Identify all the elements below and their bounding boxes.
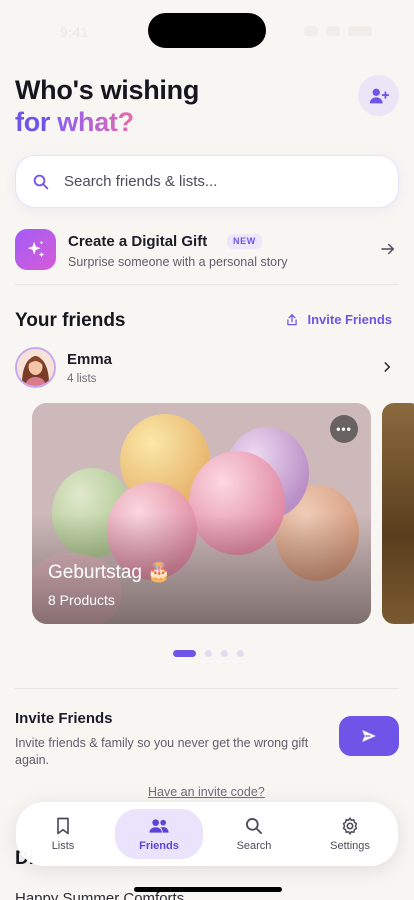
tab-label: Friends [139, 840, 179, 852]
friend-name: Emma [67, 351, 113, 368]
bookmark-icon [57, 817, 69, 835]
tab-bar: Lists Friends Search Settings [16, 802, 398, 866]
more-options-button[interactable]: ••• [330, 415, 358, 443]
battery-icon [348, 26, 372, 36]
invite-friends-link[interactable]: Invite Friends [285, 312, 392, 327]
wishlist-card[interactable]: Geburtstag 🎂 8 Products ••• [32, 403, 371, 624]
dynamic-island [148, 13, 266, 48]
invite-code-link[interactable]: Have an invite code? [148, 785, 265, 799]
status-time: 9:41 [60, 24, 89, 40]
gift-title: Create a Digital Gift [68, 233, 208, 250]
invite-description: Invite friends & family so you never get… [15, 736, 309, 767]
invite-title: Invite Friends [15, 710, 113, 727]
divider [15, 688, 399, 689]
tab-label: Search [236, 840, 272, 852]
send-invite-button[interactable] [339, 716, 399, 756]
search-input[interactable] [64, 173, 364, 190]
page-title: Who's wishing for what? [15, 74, 199, 138]
sparkles-icon [15, 229, 56, 270]
status-bar: 9:41 [0, 0, 414, 56]
add-friend-button[interactable] [358, 75, 399, 116]
invite-friends-label: Invite Friends [307, 312, 392, 327]
people-icon [149, 819, 169, 833]
pagination-dot-active[interactable] [173, 650, 196, 657]
friend-list-count: 4 lists [67, 373, 97, 385]
search-icon [246, 818, 262, 834]
tab-search[interactable]: Search [210, 809, 298, 859]
wifi-icon [326, 26, 340, 36]
new-badge: NEW [227, 234, 262, 249]
card-title: Geburtstag 🎂 [48, 562, 171, 583]
title-line-1: Who's wishing [15, 75, 200, 105]
gear-icon [342, 817, 358, 835]
chevron-right-icon [384, 362, 391, 372]
friends-section-title: Your friends [15, 310, 126, 331]
carousel-pagination [173, 650, 253, 657]
card-product-count: 8 Products [48, 592, 115, 608]
search-icon [33, 174, 49, 189]
send-icon [362, 730, 376, 742]
signal-icon [304, 26, 318, 36]
tab-settings[interactable]: Settings [306, 809, 394, 859]
next-card-preview[interactable] [382, 403, 414, 624]
title-what: what? [57, 107, 134, 137]
gift-subtitle: Surprise someone with a personal story [68, 255, 288, 269]
tab-friends[interactable]: Friends [115, 809, 203, 859]
create-digital-gift-row[interactable]: Create a Digital Gift NEW Surprise someo… [15, 228, 399, 274]
home-indicator [134, 887, 282, 892]
tab-label: Settings [330, 840, 370, 852]
tab-label: Lists [51, 840, 75, 852]
title-line-2: for what? [15, 106, 199, 138]
pagination-dot[interactable] [237, 650, 244, 657]
status-icons [304, 26, 374, 38]
arrow-right-icon [381, 243, 394, 255]
pagination-dot[interactable] [221, 650, 228, 657]
person-plus-icon [369, 88, 389, 103]
share-icon [287, 313, 298, 325]
divider [15, 284, 399, 285]
search-bar[interactable] [15, 155, 399, 208]
pagination-dot[interactable] [205, 650, 212, 657]
title-for: for [15, 107, 51, 137]
tab-lists[interactable]: Lists [19, 809, 107, 859]
friend-row[interactable]: Emma 4 lists [15, 346, 399, 390]
avatar [15, 347, 56, 388]
